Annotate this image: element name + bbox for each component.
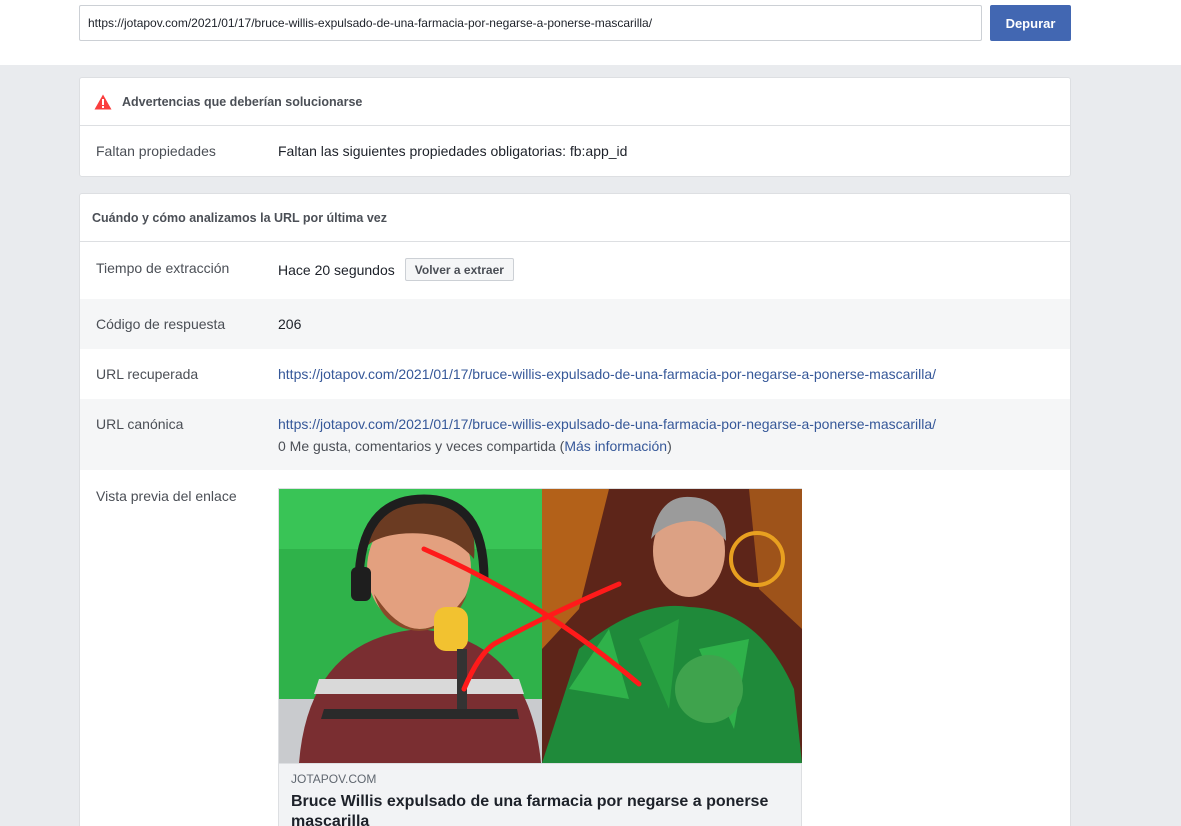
preview-domain: JOTAPOV.COM: [291, 772, 377, 786]
missing-properties-value: Faltan las siguientes propiedades obliga…: [278, 143, 628, 159]
scrape-info-header: Cuándo y cómo analizamos la URL por últi…: [80, 194, 1070, 242]
warnings-card: Advertencias que deberían solucionarse F…: [79, 77, 1071, 177]
response-code-label: Código de respuesta: [96, 316, 226, 332]
preview-meta: JOTAPOV.COM Bruce Willis expulsado de un…: [279, 763, 801, 826]
fetched-url-link[interactable]: https://jotapov.com/2021/01/17/bruce-wil…: [278, 366, 936, 382]
more-info-link[interactable]: Más información: [564, 438, 667, 454]
link-preview-label: Vista previa del enlace: [96, 488, 237, 504]
missing-properties-label: Faltan propiedades: [96, 143, 216, 159]
rescrape-button[interactable]: Volver a extraer: [404, 258, 514, 281]
fetch-time-value: Hace 20 segundos: [278, 262, 395, 279]
fetched-url-row: URL recuperada https://jotapov.com/2021/…: [80, 349, 1070, 399]
warnings-header: Advertencias que deberían solucionarse: [80, 78, 1070, 126]
canonical-url-row: URL canónica https://jotapov.com/2021/01…: [80, 399, 1070, 470]
debug-button[interactable]: Depurar: [990, 5, 1071, 41]
canonical-url-link[interactable]: https://jotapov.com/2021/01/17/bruce-wil…: [278, 416, 936, 432]
top-bar: Depurar: [0, 0, 1181, 65]
engagement-line: 0 Me gusta, comentarios y veces comparti…: [278, 438, 672, 454]
fetch-time-row: Tiempo de extracción Hace 20 segundos Vol…: [80, 242, 1070, 299]
warnings-title: Advertencias que deberían solucionarse: [122, 94, 363, 109]
link-preview-card[interactable]: JOTAPOV.COM Bruce Willis expulsado de un…: [278, 488, 802, 826]
scrape-info-card: Cuándo y cómo analizamos la URL por últi…: [79, 193, 1071, 826]
preview-image[interactable]: [279, 489, 802, 763]
scrape-info-title: Cuándo y cómo analizamos la URL por últi…: [92, 210, 387, 225]
url-input[interactable]: [79, 5, 982, 41]
missing-properties-row: Faltan propiedades Faltan las siguientes…: [80, 126, 1070, 176]
fetch-time-label: Tiempo de extracción: [96, 260, 230, 276]
warning-triangle-icon: [94, 94, 112, 109]
fetch-time-value-wrap: Hace 20 segundos Volver a extraer: [278, 258, 1070, 283]
response-code-value: 206: [278, 316, 302, 332]
engagement-text: 0 Me gusta, comentarios y veces comparti…: [278, 438, 556, 454]
preview-title: Bruce Willis expulsado de una farmacia p…: [291, 793, 769, 826]
canonical-url-label: URL canónica: [96, 416, 184, 432]
link-preview-row: Vista previa del enlace JOTAPOV.COM Bruc…: [80, 470, 1070, 826]
fetched-url-label: URL recuperada: [96, 366, 199, 382]
response-code-row: Código de respuesta 206: [80, 299, 1070, 349]
